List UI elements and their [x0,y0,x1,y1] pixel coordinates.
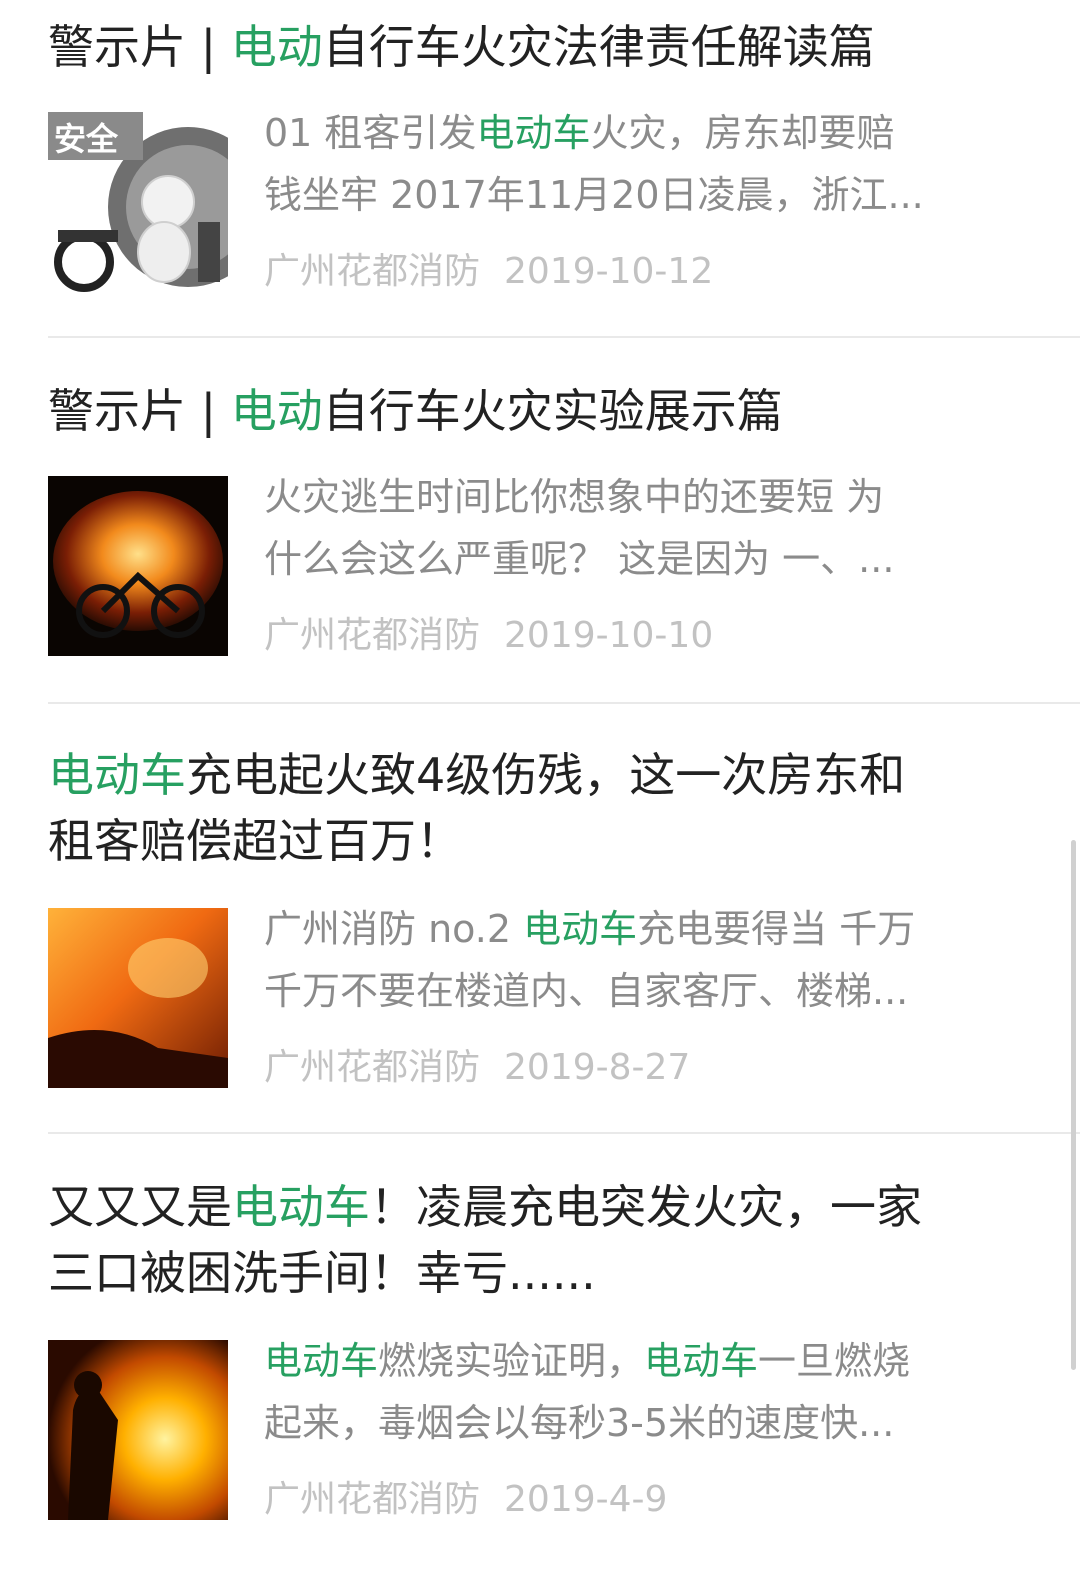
article-title[interactable]: 又又又是电动车！凌晨充电突发火灾，一家 三口被困洗手间！幸亏...... [48,1174,1038,1306]
thumb-label: 安全 [54,120,119,158]
source-name: 广州花都消防 [264,251,481,292]
publish-date: 2019-8-27 [504,1047,691,1088]
summary-keyword: 电动车 [523,907,638,951]
burning-bike-image [48,476,228,656]
title-keyword: 电动车 [232,1180,370,1234]
scrollbar[interactable] [1071,840,1076,1370]
divider [48,1132,1080,1134]
divider [48,336,1080,338]
source-name: 广州花都消防 [264,1479,481,1520]
title-rest: 自行车火灾法律责任解读篇 [322,20,875,74]
article-thumbnail[interactable]: 安全 [48,112,228,292]
summary-keyword: 电动车 [476,111,591,155]
article-thumbnail[interactable] [48,476,228,656]
article-title[interactable]: 警示片 | 电动自行车火灾实验展示篇 [48,378,1038,444]
article-title[interactable]: 电动车充电起火致4级伤残，这一次房东和 租客赔偿超过百万！ [48,742,1038,874]
source-name: 广州花都消防 [264,615,481,656]
title-keyword: 电动 [230,384,323,438]
title-keyword: 电动车 [48,748,186,802]
title-prefix: 警示片 | [48,20,231,74]
title-rest: ！凌晨充电突发火灾，一家 [370,1180,922,1234]
title-line2: 租客赔偿超过百万！ [48,814,462,868]
article-meta: 广州花都消防 2019-10-10 [264,606,713,658]
summary-keyword: 电动车 [264,1339,379,1383]
article-summary: 火灾逃生时间比你想象中的还要短 为 什么会这么严重呢？ 这是因为 一、... [264,475,895,581]
fire-rescue-image [48,1340,228,1520]
article-meta: 广州花都消防 2019-10-12 [264,242,713,294]
divider [48,702,1080,704]
article-title[interactable]: 警示片 | 电动自行车火灾法律责任解读篇 [48,14,1038,80]
article-meta: 广州花都消防 2019-8-27 [264,1038,690,1090]
summary-keyword: 电动车 [644,1339,759,1383]
article-feed: 警示片 | 电动自行车火灾法律责任解读篇 安全 01 租客引发电动车火灾，房东却… [0,0,1080,1577]
title-prefix: 又又又是 [48,1180,232,1234]
article-summary: 广州消防 no.2 电动车充电要得当 千万 千万不要在楼道内、自家客厅、楼梯..… [264,907,916,1013]
title-prefix: 警示片 | [48,384,231,438]
title-rest: 自行车火灾实验展示篇 [322,384,783,438]
article-summary: 01 租客引发电动车火灾，房东却要赔 钱坐牢 2017年11月20日凌晨，浙江.… [264,111,924,217]
title-line2: 三口被困洗手间！幸亏...... [48,1246,596,1300]
title-rest: 充电起火致4级伤残，这一次房东和 [186,748,906,802]
article-thumbnail[interactable] [48,908,228,1088]
article-thumbnail[interactable] [48,1340,228,1520]
publish-date: 2019-10-12 [504,251,714,292]
safety-cartoon-icon: 安全 [48,112,228,292]
publish-date: 2019-10-10 [504,615,714,656]
title-keyword: 电动 [230,20,323,74]
fire-image [48,908,228,1088]
publish-date: 2019-4-9 [504,1479,668,1520]
article-summary: 电动车燃烧实验证明，电动车一旦燃烧 起来，毒烟会以每秒3-5米的速度快... [264,1339,911,1445]
article-meta: 广州花都消防 2019-4-9 [264,1470,667,1522]
source-name: 广州花都消防 [264,1047,481,1088]
